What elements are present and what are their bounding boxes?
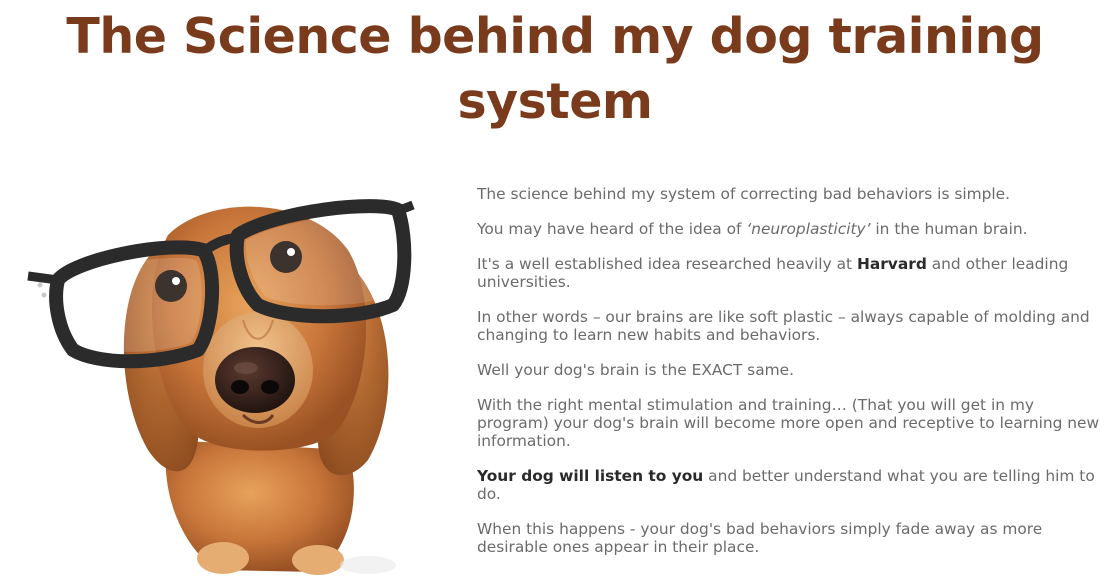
- paragraph-3-text: It's a well established idea researched …: [477, 255, 857, 273]
- paragraph-7: Your dog will listen to you and better u…: [477, 467, 1105, 503]
- article-body: The science behind my system of correcti…: [477, 185, 1105, 573]
- dog-with-glasses-image: [27, 199, 415, 575]
- paragraph-5: Well your dog's brain is the EXACT same.: [477, 361, 794, 379]
- page-title: The Science behind my dog training syste…: [0, 4, 1110, 134]
- paragraph-2: You may have heard of the idea of ‘neuro…: [477, 220, 1105, 238]
- page-title-line-2: system: [457, 73, 654, 130]
- page-title-line-1: The Science behind my dog training: [66, 8, 1044, 65]
- harvard-bold: Harvard: [856, 255, 927, 273]
- paragraph-8: When this happens - your dog's bad behav…: [477, 520, 1043, 556]
- paragraph-3: It's a well established idea researched …: [477, 255, 1105, 291]
- paragraph-4: In other words – our brains are like sof…: [477, 308, 1090, 344]
- paragraph-2-text: You may have heard of the idea of: [477, 220, 747, 238]
- paragraph-6: With the right mental stimulation and tr…: [477, 396, 1100, 450]
- listen-bold: Your dog will listen to you: [477, 467, 704, 485]
- neuroplasticity-term: ‘neuroplasticity’: [746, 220, 871, 238]
- paragraph-1: The science behind my system of correcti…: [477, 185, 1011, 203]
- paragraph-2-text-end: in the human brain.: [870, 220, 1028, 238]
